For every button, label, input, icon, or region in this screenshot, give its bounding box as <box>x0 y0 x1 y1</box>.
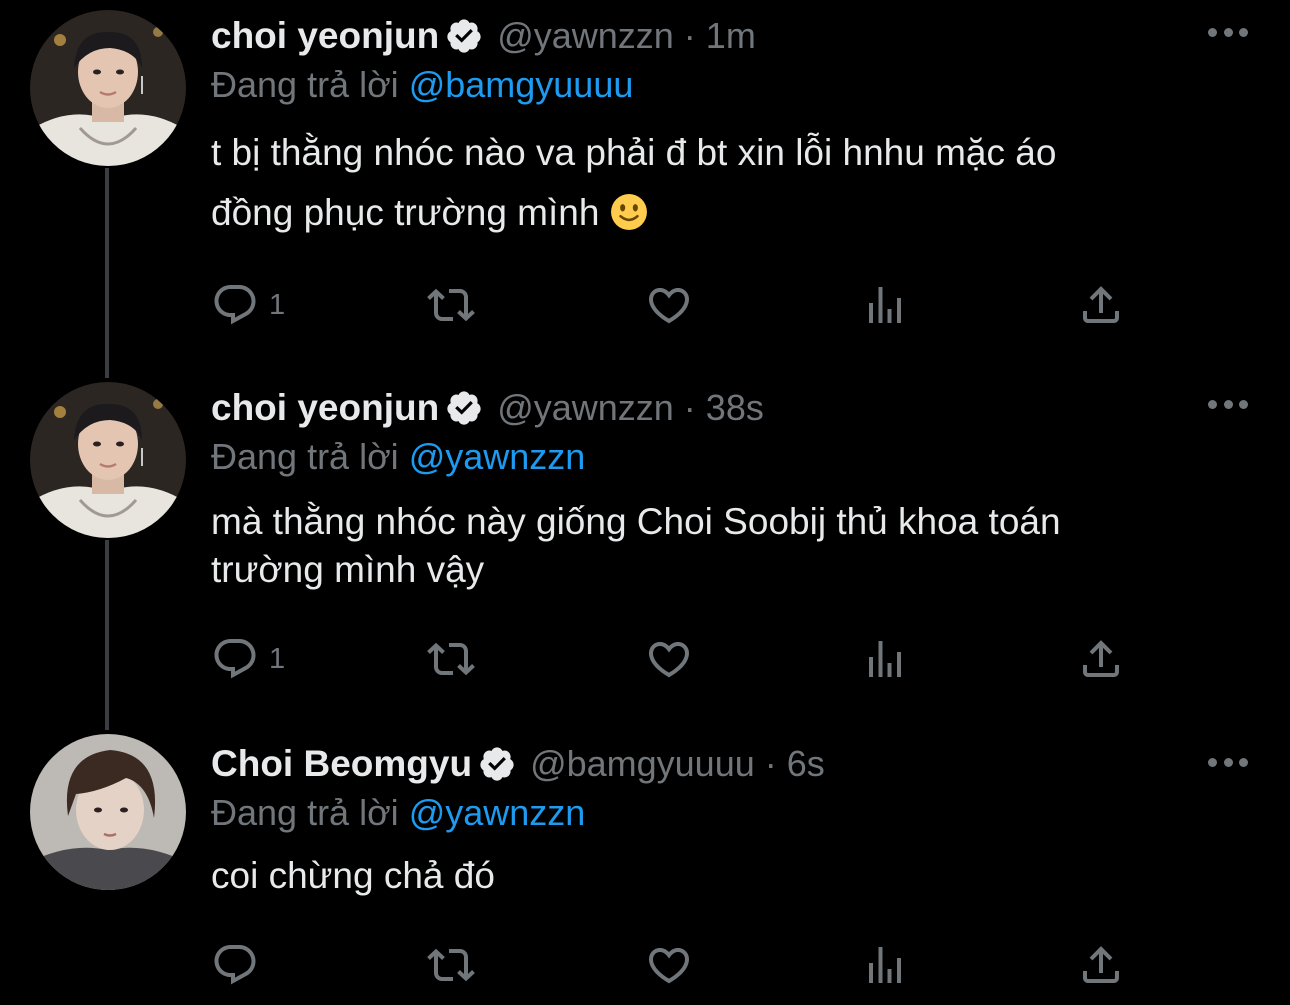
retweet-button[interactable] <box>427 280 475 330</box>
avatar[interactable] <box>30 734 186 890</box>
tweet-text: mà thằng nhóc này giống Choi Soobij thủ … <box>211 498 1241 594</box>
display-name[interactable]: choi yeonjun <box>211 15 439 57</box>
share-button[interactable] <box>1077 280 1125 330</box>
replying-to: Đang trả lời @bamgyuuuu <box>211 64 633 106</box>
tweet[interactable]: Choi Beomgyu @bamgyuuuu · 6s Đang trả lờ… <box>0 726 1290 1005</box>
reply-button[interactable]: 1 <box>211 280 285 330</box>
reply-count: 1 <box>269 642 286 675</box>
views-button[interactable] <box>861 280 909 330</box>
views-icon <box>869 287 901 323</box>
replying-to-label: Đang trả lời <box>211 64 409 105</box>
verified-badge-icon <box>480 747 514 781</box>
retweet-icon <box>427 948 475 982</box>
share-button[interactable] <box>1077 940 1125 990</box>
like-button[interactable] <box>645 940 693 990</box>
share-icon <box>1083 946 1119 983</box>
verified-badge-icon <box>447 19 481 53</box>
reply-icon <box>214 639 256 679</box>
replying-to-label: Đang trả lời <box>211 436 409 477</box>
replying-to-label: Đang trả lời <box>211 792 409 833</box>
views-button[interactable] <box>861 634 909 684</box>
like-button[interactable] <box>645 634 693 684</box>
display-name[interactable]: Choi Beomgyu <box>211 743 472 785</box>
tweet-text-line: t bị thằng nhóc nào va phải đ bt xin lỗi… <box>211 132 1057 173</box>
like-icon <box>648 288 690 324</box>
separator: · <box>764 743 777 784</box>
mention-link[interactable]: @yawnzzn <box>409 436 586 477</box>
tweet-header: choi yeonjun @yawnzzn · 1m <box>211 14 756 58</box>
like-icon <box>648 642 690 678</box>
replying-to: Đang trả lời @yawnzzn <box>211 792 585 834</box>
reply-count: 1 <box>269 288 286 321</box>
share-icon <box>1083 286 1119 323</box>
display-name[interactable]: choi yeonjun <box>211 387 439 429</box>
views-button[interactable] <box>861 940 909 990</box>
handle[interactable]: @bamgyuuuu <box>530 743 755 785</box>
replying-to: Đang trả lời @yawnzzn <box>211 436 585 478</box>
retweet-icon <box>427 288 475 322</box>
tweet-text: coi chừng chả đó <box>211 852 1241 900</box>
mention-link[interactable]: @bamgyuuuu <box>409 64 634 105</box>
like-button[interactable] <box>645 280 693 330</box>
tweet-text-line: mà thằng nhóc này giống Choi Soobij thủ … <box>211 501 1061 542</box>
tweet-text: t bị thằng nhóc nào va phải đ bt xin lỗi… <box>211 123 1241 243</box>
timestamp[interactable]: 1m <box>706 15 756 57</box>
reply-icon <box>214 285 256 325</box>
share-button[interactable] <box>1077 634 1125 684</box>
tweet-header: Choi Beomgyu @bamgyuuuu · 6s <box>211 742 825 786</box>
tweet[interactable]: choi yeonjun @yawnzzn · 1m Đang trả lời … <box>0 0 1290 360</box>
share-icon <box>1083 640 1119 677</box>
tweet-text-line: đồng phục trường mình <box>211 183 1241 243</box>
avatar[interactable] <box>30 10 186 166</box>
timestamp[interactable]: 6s <box>787 743 825 785</box>
reply-button[interactable] <box>211 940 269 990</box>
like-icon <box>648 948 690 984</box>
reply-icon <box>214 945 256 985</box>
retweet-button[interactable] <box>427 940 475 990</box>
tweet-header: choi yeonjun @yawnzzn · 38s <box>211 386 764 430</box>
reply-button[interactable]: 1 <box>211 634 285 684</box>
views-icon <box>869 641 901 677</box>
avatar[interactable] <box>30 382 186 538</box>
verified-badge-icon <box>447 391 481 425</box>
mention-link[interactable]: @yawnzzn <box>409 792 586 833</box>
separator: · <box>683 387 696 428</box>
tweet-text-line: trường mình vậy <box>211 549 485 590</box>
timestamp[interactable]: 38s <box>706 387 764 429</box>
retweet-icon <box>427 642 475 676</box>
more-icon[interactable] <box>1208 750 1248 774</box>
slightly-smiling-face-icon <box>610 194 647 230</box>
tweet[interactable]: choi yeonjun @yawnzzn · 38s Đang trả lời… <box>0 372 1290 712</box>
more-icon[interactable] <box>1208 392 1248 416</box>
separator: · <box>683 15 696 56</box>
retweet-button[interactable] <box>427 634 475 684</box>
more-icon[interactable] <box>1208 20 1248 44</box>
handle[interactable]: @yawnzzn <box>497 387 674 429</box>
views-icon <box>869 947 901 983</box>
tweet-text-line: coi chừng chả đó <box>211 855 495 896</box>
handle[interactable]: @yawnzzn <box>497 15 674 57</box>
